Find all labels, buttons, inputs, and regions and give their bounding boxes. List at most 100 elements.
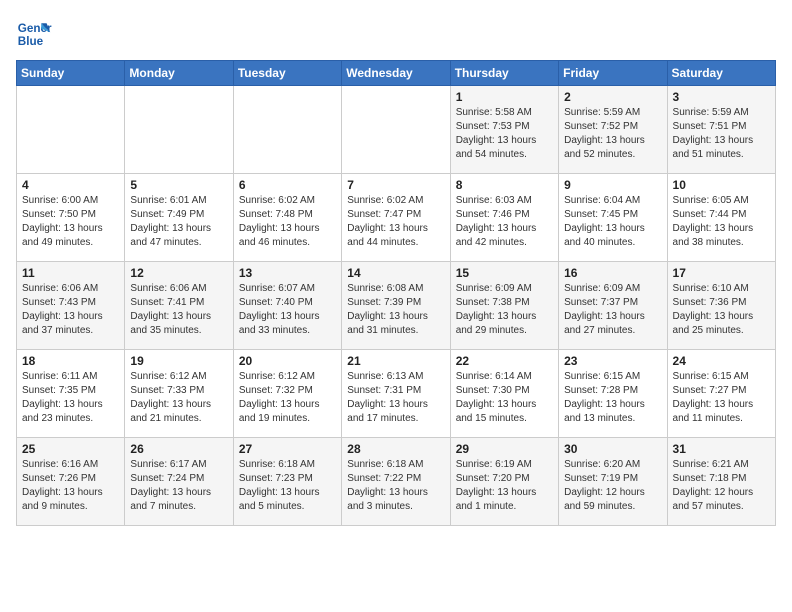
day-number: 23: [564, 354, 661, 368]
day-number: 9: [564, 178, 661, 192]
day-info: Sunrise: 6:03 AMSunset: 7:46 PMDaylight:…: [456, 194, 553, 250]
day-info: Sunrise: 6:15 AMSunset: 7:28 PMDaylight:…: [564, 370, 661, 426]
day-info: Sunrise: 5:58 AMSunset: 7:53 PMDaylight:…: [456, 106, 553, 162]
day-number: 28: [347, 442, 444, 456]
day-info: Sunrise: 6:11 AMSunset: 7:35 PMDaylight:…: [22, 370, 119, 426]
calendar-cell: [125, 86, 233, 174]
day-number: 12: [130, 266, 227, 280]
day-number: 16: [564, 266, 661, 280]
calendar-cell: 17 Sunrise: 6:10 AMSunset: 7:36 PMDayligh…: [667, 262, 775, 350]
calendar-cell: 4 Sunrise: 6:00 AMSunset: 7:50 PMDaylight…: [17, 174, 125, 262]
calendar-cell: 22 Sunrise: 6:14 AMSunset: 7:30 PMDayligh…: [450, 350, 558, 438]
day-number: 26: [130, 442, 227, 456]
day-info: Sunrise: 6:14 AMSunset: 7:30 PMDaylight:…: [456, 370, 553, 426]
day-number: 31: [673, 442, 770, 456]
calendar-cell: 18 Sunrise: 6:11 AMSunset: 7:35 PMDayligh…: [17, 350, 125, 438]
calendar-cell: 5 Sunrise: 6:01 AMSunset: 7:49 PMDaylight…: [125, 174, 233, 262]
day-number: 30: [564, 442, 661, 456]
day-number: 3: [673, 90, 770, 104]
day-number: 1: [456, 90, 553, 104]
day-info: Sunrise: 6:15 AMSunset: 7:27 PMDaylight:…: [673, 370, 770, 426]
calendar-cell: 12Sunrise: 6:06 AMSunset: 7:41 PMDayligh…: [125, 262, 233, 350]
logo-icon: General Blue: [16, 16, 52, 52]
day-info: Sunrise: 6:12 AMSunset: 7:33 PMDaylight:…: [130, 370, 227, 426]
day-number: 18: [22, 354, 119, 368]
calendar-cell: 29 Sunrise: 6:19 AMSunset: 7:20 PMDayligh…: [450, 438, 558, 526]
calendar-cell: 16 Sunrise: 6:09 AMSunset: 7:37 PMDayligh…: [559, 262, 667, 350]
calendar-cell: 14 Sunrise: 6:08 AMSunset: 7:39 PMDayligh…: [342, 262, 450, 350]
calendar-cell: 3 Sunrise: 5:59 AMSunset: 7:51 PMDaylight…: [667, 86, 775, 174]
day-info: Sunrise: 6:18 AMSunset: 7:22 PMDaylight:…: [347, 458, 444, 514]
day-number: 5: [130, 178, 227, 192]
day-info: Sunrise: 6:10 AMSunset: 7:36 PMDaylight:…: [673, 282, 770, 338]
day-info: Sunrise: 6:16 AMSunset: 7:26 PMDaylight:…: [22, 458, 119, 514]
svg-text:Blue: Blue: [18, 35, 44, 48]
day-number: 27: [239, 442, 336, 456]
page-header: General Blue: [16, 16, 776, 52]
day-number: 17: [673, 266, 770, 280]
day-info: Sunrise: 6:13 AMSunset: 7:31 PMDaylight:…: [347, 370, 444, 426]
calendar-cell: 23 Sunrise: 6:15 AMSunset: 7:28 PMDayligh…: [559, 350, 667, 438]
day-number: 13: [239, 266, 336, 280]
day-info: Sunrise: 6:09 AMSunset: 7:37 PMDaylight:…: [564, 282, 661, 338]
dow-header-thursday: Thursday: [450, 61, 558, 86]
day-number: 21: [347, 354, 444, 368]
calendar-cell: 8Sunrise: 6:03 AMSunset: 7:46 PMDaylight…: [450, 174, 558, 262]
day-info: Sunrise: 6:01 AMSunset: 7:49 PMDaylight:…: [130, 194, 227, 250]
dow-header-wednesday: Wednesday: [342, 61, 450, 86]
day-number: 15: [456, 266, 553, 280]
day-number: 4: [22, 178, 119, 192]
calendar-cell: 25 Sunrise: 6:16 AMSunset: 7:26 PMDayligh…: [17, 438, 125, 526]
calendar-cell: [342, 86, 450, 174]
day-info: Sunrise: 5:59 AMSunset: 7:52 PMDaylight:…: [564, 106, 661, 162]
calendar-cell: 7 Sunrise: 6:02 AMSunset: 7:47 PMDaylight…: [342, 174, 450, 262]
day-number: 25: [22, 442, 119, 456]
calendar-cell: 6Sunrise: 6:02 AMSunset: 7:48 PMDaylight…: [233, 174, 341, 262]
calendar-cell: 10 Sunrise: 6:05 AMSunset: 7:44 PMDayligh…: [667, 174, 775, 262]
dow-header-monday: Monday: [125, 61, 233, 86]
day-number: 20: [239, 354, 336, 368]
day-info: Sunrise: 6:05 AMSunset: 7:44 PMDaylight:…: [673, 194, 770, 250]
day-info: Sunrise: 6:07 AMSunset: 7:40 PMDaylight:…: [239, 282, 336, 338]
calendar-cell: 13 Sunrise: 6:07 AMSunset: 7:40 PMDayligh…: [233, 262, 341, 350]
day-info: Sunrise: 6:20 AMSunset: 7:19 PMDaylight:…: [564, 458, 661, 514]
calendar-cell: 20 Sunrise: 6:12 AMSunset: 7:32 PMDayligh…: [233, 350, 341, 438]
day-info: Sunrise: 6:12 AMSunset: 7:32 PMDaylight:…: [239, 370, 336, 426]
day-info: Sunrise: 5:59 AMSunset: 7:51 PMDaylight:…: [673, 106, 770, 162]
calendar-cell: 21 Sunrise: 6:13 AMSunset: 7:31 PMDayligh…: [342, 350, 450, 438]
calendar-cell: [17, 86, 125, 174]
day-number: 19: [130, 354, 227, 368]
day-number: 7: [347, 178, 444, 192]
day-info: Sunrise: 6:09 AMSunset: 7:38 PMDaylight:…: [456, 282, 553, 338]
day-info: Sunrise: 6:00 AMSunset: 7:50 PMDaylight:…: [22, 194, 119, 250]
day-info: Sunrise: 6:02 AMSunset: 7:47 PMDaylight:…: [347, 194, 444, 250]
day-number: 6: [239, 178, 336, 192]
day-info: Sunrise: 6:17 AMSunset: 7:24 PMDaylight:…: [130, 458, 227, 514]
calendar-cell: 26 Sunrise: 6:17 AMSunset: 7:24 PMDayligh…: [125, 438, 233, 526]
dow-header-sunday: Sunday: [17, 61, 125, 86]
day-number: 14: [347, 266, 444, 280]
calendar-cell: 30 Sunrise: 6:20 AMSunset: 7:19 PMDayligh…: [559, 438, 667, 526]
dow-header-tuesday: Tuesday: [233, 61, 341, 86]
day-info: Sunrise: 6:21 AMSunset: 7:18 PMDaylight:…: [673, 458, 770, 514]
calendar-cell: [233, 86, 341, 174]
calendar-cell: 24 Sunrise: 6:15 AMSunset: 7:27 PMDayligh…: [667, 350, 775, 438]
calendar-cell: 9Sunrise: 6:04 AMSunset: 7:45 PMDaylight…: [559, 174, 667, 262]
day-info: Sunrise: 6:19 AMSunset: 7:20 PMDaylight:…: [456, 458, 553, 514]
day-info: Sunrise: 6:08 AMSunset: 7:39 PMDaylight:…: [347, 282, 444, 338]
calendar-cell: 28 Sunrise: 6:18 AMSunset: 7:22 PMDayligh…: [342, 438, 450, 526]
day-number: 2: [564, 90, 661, 104]
calendar-cell: 27Sunrise: 6:18 AMSunset: 7:23 PMDayligh…: [233, 438, 341, 526]
day-number: 29: [456, 442, 553, 456]
calendar-cell: 15 Sunrise: 6:09 AMSunset: 7:38 PMDayligh…: [450, 262, 558, 350]
dow-header-friday: Friday: [559, 61, 667, 86]
calendar-cell: 19 Sunrise: 6:12 AMSunset: 7:33 PMDayligh…: [125, 350, 233, 438]
day-number: 22: [456, 354, 553, 368]
dow-header-saturday: Saturday: [667, 61, 775, 86]
calendar-cell: 1 Sunrise: 5:58 AMSunset: 7:53 PMDaylight…: [450, 86, 558, 174]
calendar-cell: 11Sunrise: 6:06 AMSunset: 7:43 PMDayligh…: [17, 262, 125, 350]
day-info: Sunrise: 6:06 AMSunset: 7:43 PMDaylight:…: [22, 282, 119, 338]
day-number: 10: [673, 178, 770, 192]
calendar-cell: 2 Sunrise: 5:59 AMSunset: 7:52 PMDaylight…: [559, 86, 667, 174]
day-number: 24: [673, 354, 770, 368]
